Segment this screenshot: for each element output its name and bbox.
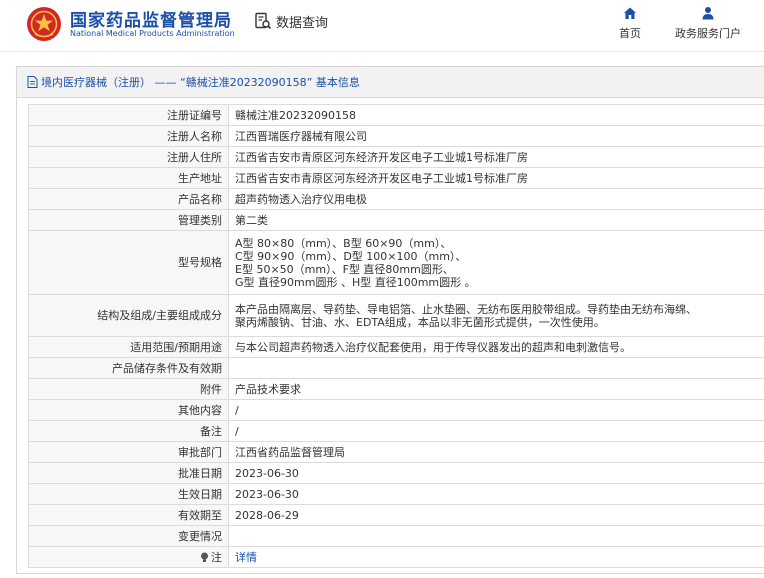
field-label: 产品名称 [28,188,229,210]
brand-name-en: National Medical Products Administration [70,29,235,38]
table-row: 审批部门 江西省药品监督管理局 [28,441,764,463]
spec-line: A型 80×80（mm）、B型 60×90（mm）、 [235,236,452,250]
document-search-icon [255,12,272,30]
field-label: 适用范围/预期用途 [28,336,229,358]
table-row: 批准日期 2023-06-30 [28,462,764,484]
field-label: 审批部门 [28,441,229,463]
table-row: 适用范围/预期用途 与本公司超声药物透入治疗仪配套使用，用于传导仪器发出的超声和… [28,336,764,358]
field-value: 江西晋瑞医疗器械有限公司 [228,125,764,147]
national-emblem-logo [27,7,61,41]
field-label: 型号规格 [28,230,229,295]
nav-service-label: 政务服务门户 [675,27,741,40]
table-row: 型号规格 A型 80×80（mm）、B型 60×90（mm）、 C型 90×90… [28,230,764,295]
field-value: 第二类 [228,209,764,231]
document-icon [27,76,38,88]
table-row: 结构及组成/主要组成成分 本产品由隔离层、导药垫、导电铝箔、止水垫圈、无纺布医用… [28,294,764,337]
field-value [228,357,764,379]
nav-home[interactable]: 首页 [614,6,646,41]
nav-service-portal[interactable]: 政务服务门户 [668,6,748,41]
table-row: 注册人名称 江西晋瑞医疗器械有限公司 [28,125,764,147]
brand-name-cn: 国家药品监督管理局 [70,11,232,31]
composition-line: 聚丙烯酸钠、甘油、水、EDTA组成，本品以非无菌形式提供，一次性使用。 [235,315,605,329]
field-label: 生效日期 [28,483,229,505]
spec-line: G型 直径90mm圆形 、H型 直径100mm圆形 。 [235,275,476,289]
spec-line: E型 50×50（mm）、F型 直径80mm圆形、 [235,262,454,276]
field-value: 江西省药品监督管理局 [228,441,764,463]
field-value: 超声药物透入治疗仪用电极 [228,188,764,210]
field-value: 2028-06-29 [228,504,764,526]
table-row: 产品名称 超声药物透入治疗仪用电极 [28,188,764,210]
field-value: / [228,420,764,442]
table-row: 注册证编号 赣械注准20232090158 [28,104,764,126]
site-header: 国家药品监督管理局 National Medical Products Admi… [0,0,764,52]
table-row: 生效日期 2023-06-30 [28,483,764,505]
table-row: 变更情况 [28,525,764,547]
spec-line: C型 90×90（mm）、D型 100×100（mm）、 [235,249,467,263]
field-label: 注册证编号 [28,104,229,126]
field-label: 产品储存条件及有效期 [28,357,229,379]
field-value: 2023-06-30 [228,462,764,484]
composition-line: 本产品由隔离层、导药垫、导电铝箔、止水垫圈、无纺布医用胶带组成。导药垫由无纺布海… [235,302,697,316]
field-label: 生产地址 [28,167,229,189]
data-query-label: 数据查询 [276,15,329,31]
user-icon [702,7,714,20]
field-label: 结构及组成/主要组成成分 [28,294,229,337]
lightbulb-icon [201,552,208,562]
note-label-cell: 注 [28,546,229,568]
field-label: 备注 [28,420,229,442]
nav-home-label: 首页 [619,27,641,40]
field-value: A型 80×80（mm）、B型 60×90（mm）、 C型 90×90（mm）、… [228,230,764,295]
panel-title: 境内医疗器械（注册） —— “赣械注准20232090158” 基本信息 [41,76,360,89]
field-value: 本产品由隔离层、导药垫、导电铝箔、止水垫圈、无纺布医用胶带组成。导药垫由无纺布海… [228,294,764,337]
field-label: 变更情况 [28,525,229,547]
data-query-link[interactable]: 数据查询 [254,10,328,32]
table-row: 有效期至 2028-06-29 [28,504,764,526]
field-value: / [228,399,764,421]
detail-table: 注册证编号 赣械注准20232090158 注册人名称 江西晋瑞医疗器械有限公司… [28,104,764,568]
field-label: 其他内容 [28,399,229,421]
table-row: 生产地址 江西省吉安市青原区河东经济开发区电子工业城1号标准厂房 [28,167,764,189]
field-value: 江西省吉安市青原区河东经济开发区电子工业城1号标准厂房 [228,146,764,168]
table-row: 附件 产品技术要求 [28,378,764,400]
field-value: 2023-06-30 [228,483,764,505]
field-label: 有效期至 [28,504,229,526]
field-value: 详情 [228,546,764,568]
home-icon [624,7,636,19]
field-value: 江西省吉安市青原区河东经济开发区电子工业城1号标准厂房 [228,167,764,189]
field-label: 附件 [28,378,229,400]
table-row: 其他内容 / [28,399,764,421]
table-row: 管理类别 第二类 [28,209,764,231]
details-link[interactable]: 详情 [235,551,257,564]
field-label: 注 [211,550,222,564]
field-value: 与本公司超声药物透入治疗仪配套使用，用于传导仪器发出的超声和电刺激信号。 [228,336,764,358]
field-label: 注册人名称 [28,125,229,147]
table-row: 产品储存条件及有效期 [28,357,764,379]
table-row: 注册人住所 江西省吉安市青原区河东经济开发区电子工业城1号标准厂房 [28,146,764,168]
field-label: 注册人住所 [28,146,229,168]
field-label: 管理类别 [28,209,229,231]
panel-title-bar: 境内医疗器械（注册） —— “赣械注准20232090158” 基本信息 [17,67,764,98]
field-value [228,525,764,547]
field-value: 赣械注准20232090158 [228,104,764,126]
field-value: 产品技术要求 [228,378,764,400]
table-row: 备注 / [28,420,764,442]
table-row: 注 详情 [28,546,764,568]
field-label: 批准日期 [28,462,229,484]
record-panel: 境内医疗器械（注册） —— “赣械注准20232090158” 基本信息 注册证… [16,66,764,574]
